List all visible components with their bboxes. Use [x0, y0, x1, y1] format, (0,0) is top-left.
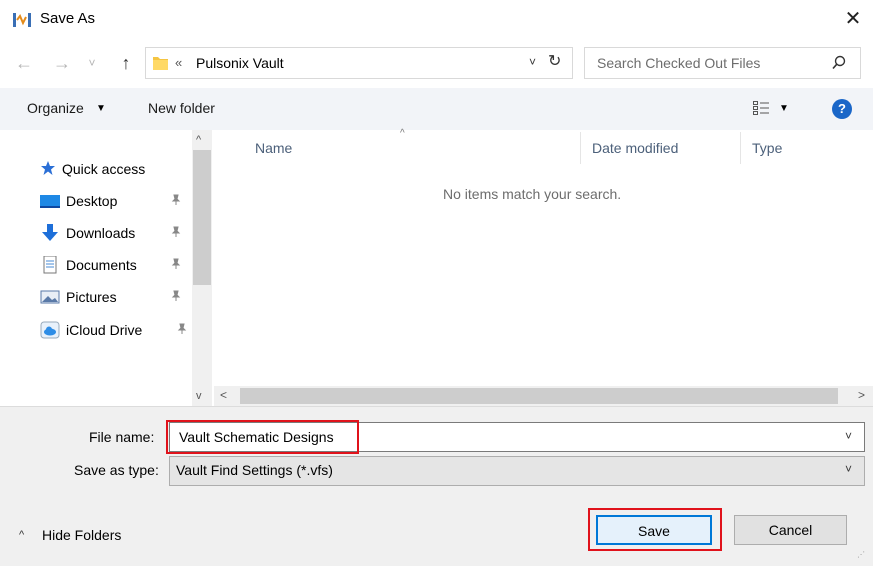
recent-locations-icon[interactable]: ˅ — [84, 51, 100, 75]
save-as-type-label: Save as type: — [74, 462, 159, 478]
hide-folders-button[interactable]: Hide Folders — [42, 527, 121, 543]
scroll-up-icon[interactable]: ^ — [196, 134, 201, 146]
cancel-button[interactable]: Cancel — [734, 515, 847, 545]
chevron-down-icon[interactable]: ▼ — [779, 103, 789, 114]
sidebar-item-label: Documents — [66, 257, 137, 273]
breadcrumb-current[interactable]: Pulsonix Vault — [196, 55, 284, 71]
sidebar-item-downloads[interactable]: Downloads — [40, 221, 135, 245]
scroll-left-icon[interactable]: < — [220, 388, 227, 402]
chevron-down-icon[interactable]: ˅ — [845, 429, 852, 443]
empty-list-message: No items match your search. — [443, 186, 622, 202]
command-bar — [0, 88, 873, 130]
forward-button[interactable]: → — [52, 51, 72, 75]
save-button[interactable]: Save — [596, 515, 712, 545]
scroll-thumb[interactable] — [240, 388, 838, 404]
view-options-icon[interactable] — [753, 101, 769, 115]
icloud-icon — [40, 321, 60, 339]
folder-icon — [152, 54, 169, 71]
chevron-down-icon[interactable]: ˅ — [845, 462, 852, 476]
refresh-icon[interactable]: ↻ — [548, 51, 561, 71]
chevron-down-icon[interactable]: ▼ — [96, 103, 106, 114]
documents-icon — [40, 255, 60, 274]
breadcrumb-overflow-icon[interactable]: « — [175, 55, 182, 70]
sidebar-item-pictures[interactable]: Pictures — [40, 285, 117, 309]
search-icon[interactable] — [832, 55, 846, 71]
pictures-icon — [40, 288, 60, 306]
sidebar-item-label: Quick access — [62, 161, 146, 177]
file-name-label: File name: — [89, 429, 155, 445]
sidebar-item-label: Downloads — [66, 225, 136, 241]
save-as-type-value[interactable]: Vault Find Settings (*.vfs) — [176, 462, 333, 478]
column-divider[interactable] — [740, 132, 741, 164]
column-header-type[interactable]: Type — [752, 140, 782, 156]
back-button[interactable]: ← — [14, 51, 34, 75]
sidebar-item-label: Desktop — [66, 193, 118, 209]
pin-icon[interactable] — [176, 323, 188, 338]
new-folder-button[interactable]: New folder — [148, 100, 215, 116]
pin-icon[interactable] — [170, 258, 182, 273]
sidebar-item-label: iCloud Drive — [66, 322, 143, 338]
desktop-icon — [40, 192, 60, 210]
downloads-icon — [40, 224, 60, 242]
sidebar-item-quick-access[interactable]: Quick access — [40, 158, 145, 180]
scroll-right-icon[interactable]: > — [858, 388, 865, 402]
scroll-down-icon[interactable]: v — [196, 390, 202, 402]
sidebar-item-icloud-drive[interactable]: iCloud Drive — [40, 318, 142, 342]
resize-grip-icon[interactable]: ⋰ — [857, 550, 865, 559]
title-bar — [0, 0, 873, 40]
sidebar-item-desktop[interactable]: Desktop — [40, 189, 117, 213]
search-placeholder: Search Checked Out Files — [597, 55, 761, 71]
pin-icon[interactable] — [170, 290, 182, 305]
file-name-highlight-box — [166, 420, 359, 454]
sort-ascending-icon: ^ — [400, 128, 405, 139]
sidebar-item-documents[interactable]: Documents — [40, 253, 137, 277]
chevron-up-icon[interactable]: ^ — [19, 529, 24, 541]
close-icon[interactable]: ✕ — [840, 6, 866, 32]
pulsonix-app-icon — [12, 11, 32, 29]
window-title: Save As — [40, 10, 96, 27]
star-icon — [40, 160, 56, 179]
organize-button[interactable]: Organize — [27, 100, 84, 116]
column-header-name[interactable]: Name — [255, 140, 292, 156]
pin-icon[interactable] — [170, 226, 182, 241]
column-divider[interactable] — [580, 132, 581, 164]
scroll-thumb[interactable] — [193, 150, 211, 285]
address-dropdown-icon[interactable]: ˅ — [529, 55, 536, 69]
pin-icon[interactable] — [170, 194, 182, 209]
help-icon[interactable]: ? — [832, 99, 852, 119]
column-header-date-modified[interactable]: Date modified — [592, 140, 678, 156]
file-list[interactable] — [214, 130, 873, 386]
sidebar-item-label: Pictures — [66, 289, 117, 305]
up-folder-button[interactable]: ↑ — [116, 51, 136, 75]
